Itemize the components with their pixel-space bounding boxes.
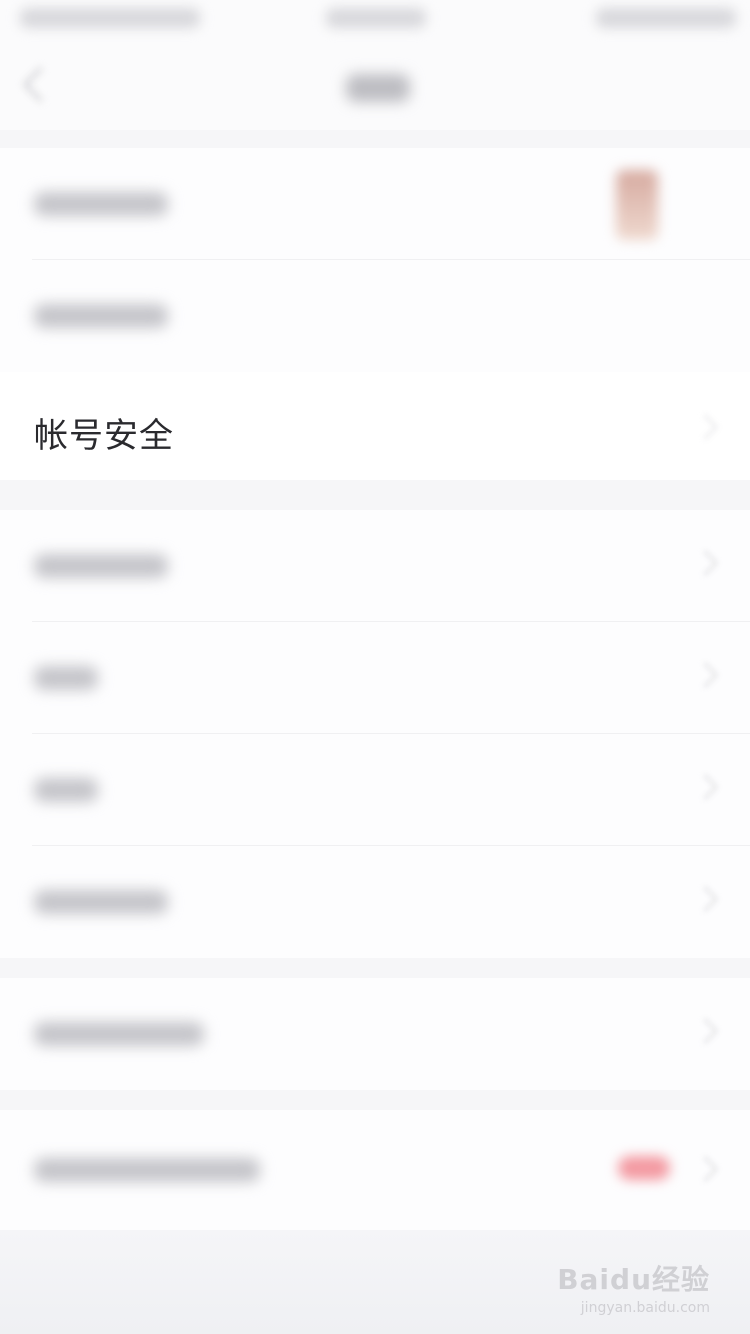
row-label — [34, 554, 168, 578]
clock — [326, 8, 426, 28]
row-label — [34, 666, 98, 690]
new-badge — [618, 1156, 670, 1180]
chevron-right-icon — [692, 1018, 718, 1044]
row-label — [34, 192, 168, 216]
nav-bar — [0, 44, 750, 130]
settings-page: 帐号安全 Baidu经验 jingyan.baidu.com — [0, 0, 750, 1334]
about-group — [0, 1110, 750, 1230]
chevron-right-icon — [692, 774, 718, 800]
status-bar — [0, 0, 750, 44]
chevron-right-icon — [692, 550, 718, 576]
row-label — [34, 304, 168, 328]
bottom-area: Baidu经验 jingyan.baidu.com — [0, 1230, 750, 1334]
avatar — [616, 170, 658, 240]
chevron-right-icon — [692, 414, 718, 440]
settings-row-8[interactable] — [0, 1110, 750, 1222]
chevron-right-icon — [692, 886, 718, 912]
settings-row-3[interactable] — [0, 510, 750, 622]
battery-indicator — [596, 8, 736, 28]
chevron-right-icon — [692, 1156, 718, 1182]
row-label — [34, 1022, 204, 1046]
chevron-right-icon — [692, 662, 718, 688]
settings-row-4[interactable] — [0, 622, 750, 734]
settings-row-profile[interactable] — [0, 148, 750, 260]
settings-row-7[interactable] — [0, 978, 750, 1090]
row-label — [34, 1158, 260, 1182]
settings-row-account-security[interactable]: 帐号安全 — [0, 372, 750, 480]
account-security-label: 帐号安全 — [34, 416, 174, 456]
watermark: Baidu经验 jingyan.baidu.com — [557, 1258, 710, 1316]
extra-group — [0, 978, 750, 1090]
back-icon[interactable] — [22, 66, 59, 103]
row-label — [34, 890, 168, 914]
watermark-url: jingyan.baidu.com — [580, 1300, 710, 1316]
settings-row-6[interactable] — [0, 846, 750, 958]
watermark-brand: Baidu经验 — [557, 1263, 710, 1296]
general-group — [0, 510, 750, 958]
settings-row-2[interactable] — [0, 260, 750, 372]
row-label — [34, 778, 98, 802]
profile-group — [0, 148, 750, 372]
page-title — [346, 74, 410, 102]
settings-row-5[interactable] — [0, 734, 750, 846]
carrier-indicator — [20, 8, 200, 28]
